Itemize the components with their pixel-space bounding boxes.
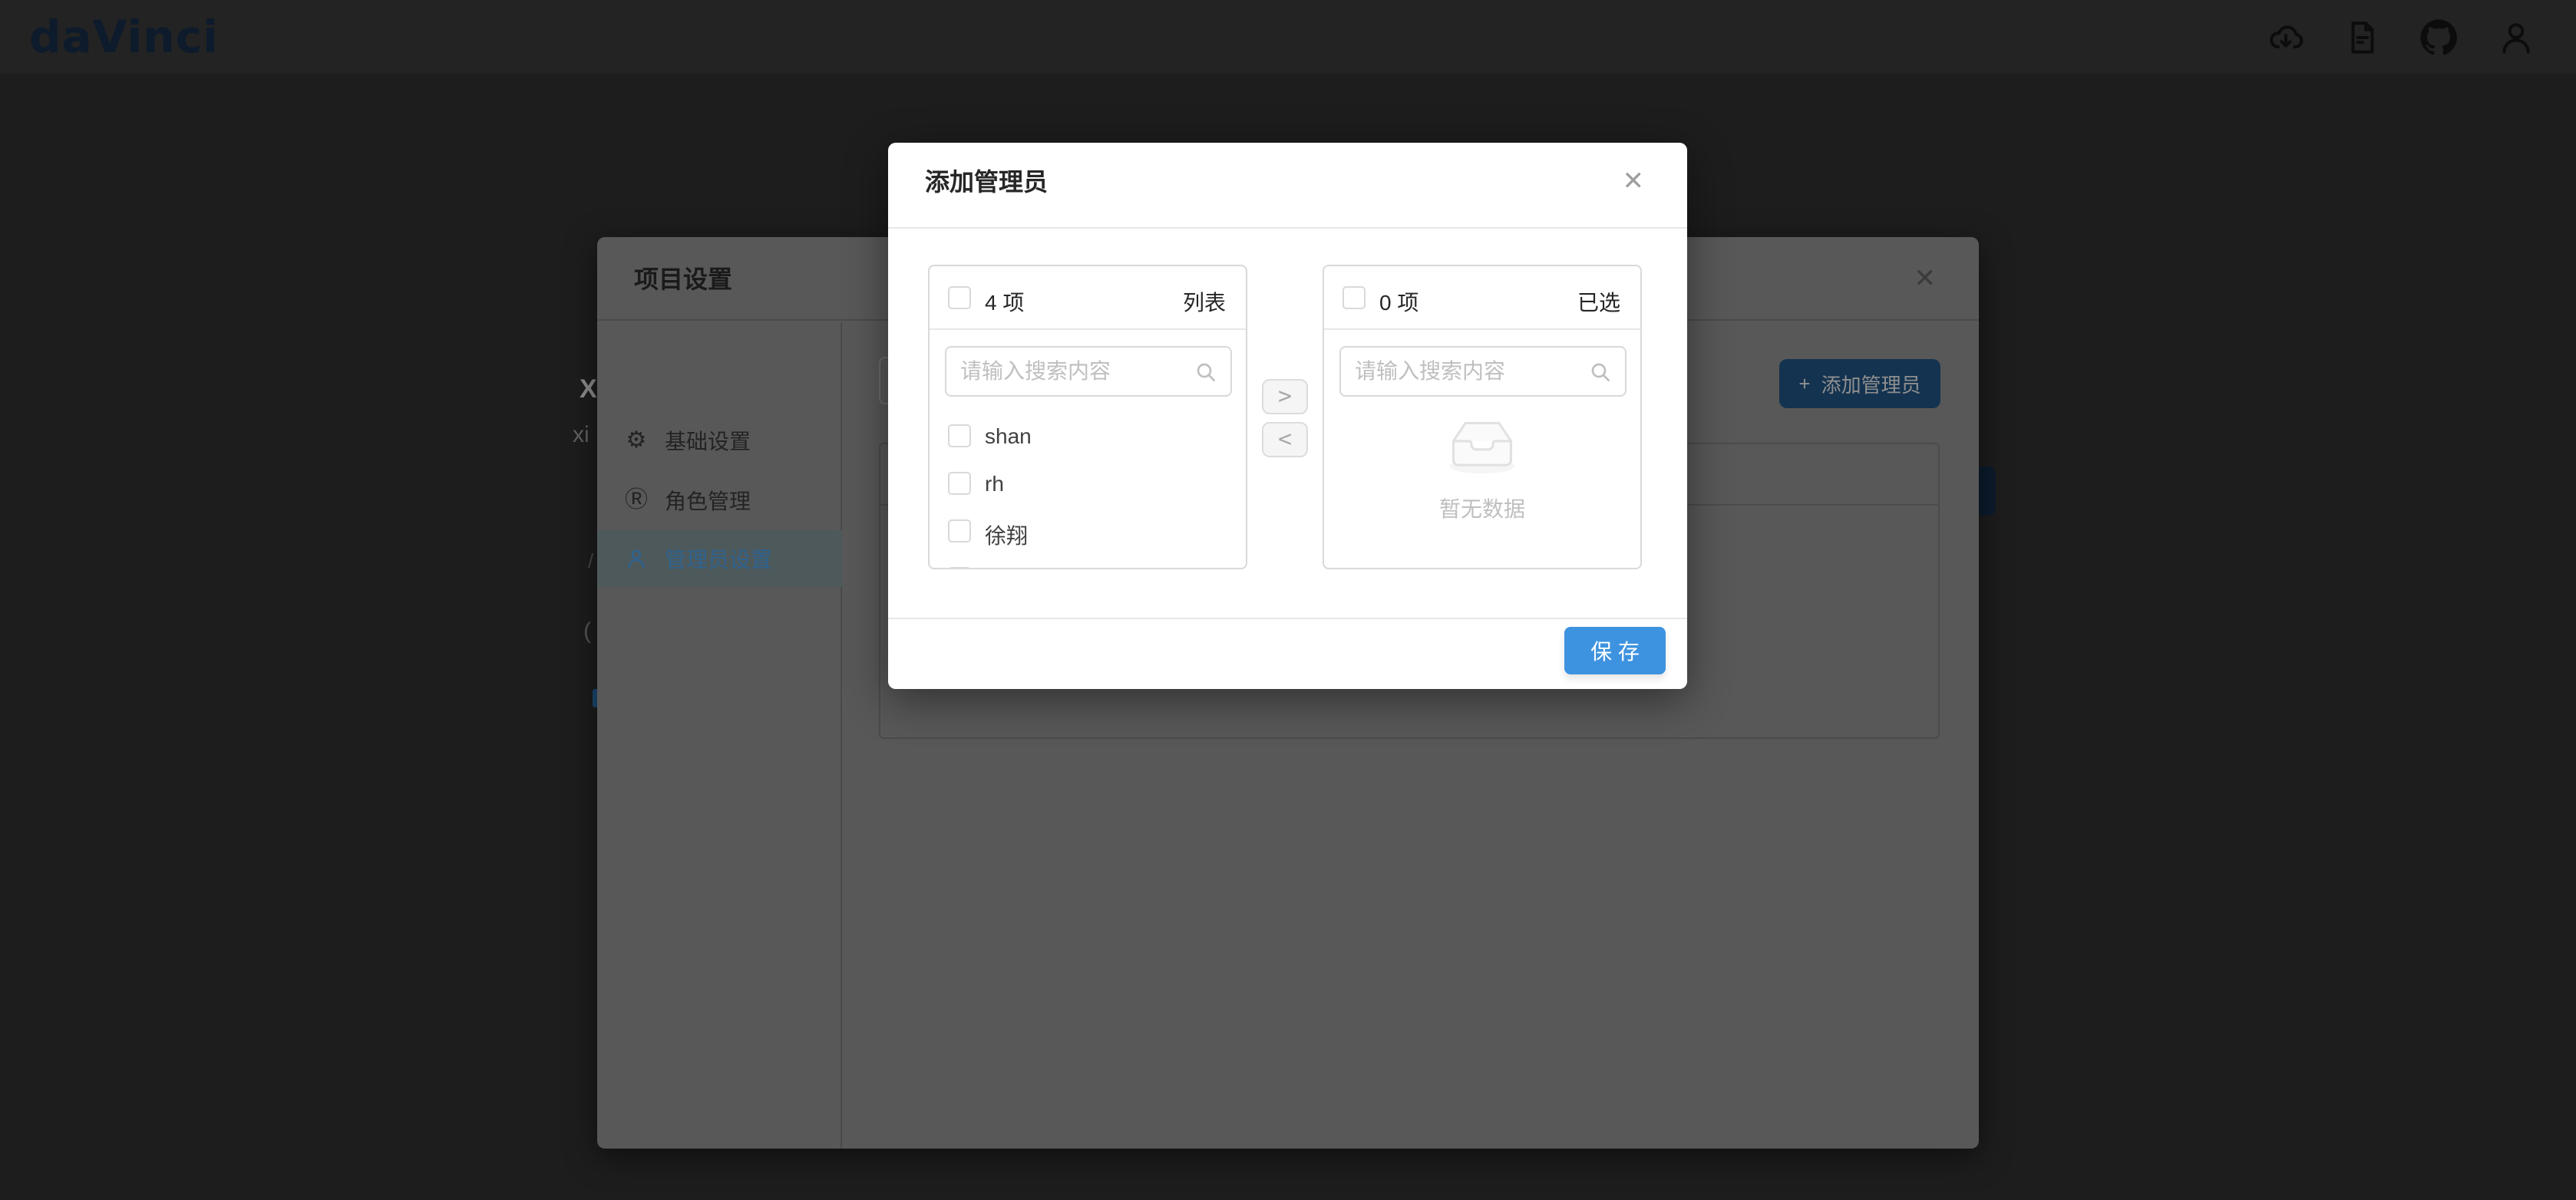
select-all-checkbox[interactable] (948, 286, 971, 309)
list-item[interactable]: 徐翔 (930, 509, 1246, 556)
cloud-download-icon[interactable] (2267, 18, 2305, 57)
source-count: 4 项 (985, 286, 1024, 317)
source-item-list: shan rh 徐翔 方堃 (930, 414, 1246, 569)
project-settings-title: 项目设置 (634, 260, 732, 295)
background-button-sliver (1979, 466, 1996, 516)
source-search-box (945, 346, 1232, 397)
select-all-checkbox[interactable] (1342, 286, 1366, 309)
target-count: 0 项 (1379, 286, 1418, 317)
item-checkbox[interactable] (948, 424, 971, 447)
close-icon[interactable]: ✕ (1623, 166, 1645, 196)
close-icon[interactable]: ✕ (1914, 263, 1937, 294)
item-label: 方堃 (985, 567, 1028, 569)
add-admin-button-label: 添加管理员 (1821, 370, 1921, 398)
chevron-right-icon: > (1278, 385, 1292, 408)
background-text-fragment: ( (583, 618, 591, 645)
item-checkbox[interactable] (948, 567, 971, 569)
background-text-fragment: / (588, 549, 593, 573)
chevron-left-icon: < (1278, 428, 1292, 451)
sidebar-item-admin-settings[interactable]: 管理员设置 (597, 530, 842, 587)
source-search-input[interactable] (960, 348, 1191, 395)
search-icon (1194, 360, 1218, 384)
source-title: 列表 (1183, 286, 1226, 317)
empty-inbox-icon (1444, 412, 1521, 475)
transfer-source-header: 4 项 列表 (930, 266, 1246, 330)
item-checkbox[interactable] (948, 519, 971, 542)
search-icon (1588, 360, 1613, 384)
sidebar-item-label: 管理员设置 (665, 543, 772, 574)
plus-icon: + (1798, 372, 1810, 396)
list-item[interactable]: shan (930, 414, 1246, 461)
save-button[interactable]: 保 存 (1564, 627, 1666, 674)
target-search-box (1339, 346, 1627, 397)
user-icon[interactable] (2497, 18, 2535, 57)
transfer-target-panel: 0 项 已选 暂无数据 (1323, 265, 1642, 569)
item-label: shan (985, 424, 1032, 449)
person-icon (623, 546, 649, 572)
empty-state-text: 暂无数据 (1324, 493, 1640, 523)
sidebar-item-label: 基础设置 (665, 425, 751, 456)
dialog-footer-divider (888, 618, 1687, 619)
registered-icon: Ⓡ (623, 487, 649, 513)
empty-state: 暂无数据 (1324, 412, 1640, 523)
item-checkbox[interactable] (948, 472, 971, 495)
move-left-button[interactable]: < (1262, 422, 1308, 457)
item-label: rh (985, 472, 1004, 496)
list-item[interactable]: rh (930, 461, 1246, 509)
item-label: 徐翔 (985, 519, 1028, 550)
add-admin-dialog: 添加管理员 ✕ 4 项 列表 shan rh (888, 143, 1687, 689)
move-right-button[interactable]: > (1262, 379, 1308, 414)
github-icon[interactable] (2418, 17, 2459, 58)
transfer-target-header: 0 项 已选 (1324, 266, 1640, 330)
davinci-logo: daVinci (29, 11, 219, 63)
sidebar-item-role-management[interactable]: Ⓡ 角色管理 (597, 472, 842, 529)
transfer-source-panel: 4 项 列表 shan rh 徐翔 (928, 265, 1247, 569)
list-item[interactable]: 方堃 (930, 556, 1246, 569)
target-title: 已选 (1577, 286, 1620, 317)
project-settings-sidebar: ⚙ 基础设置 Ⓡ 角色管理 管理员设置 (597, 322, 842, 1149)
sidebar-item-basic-settings[interactable]: ⚙ 基础设置 (597, 412, 842, 469)
sidebar-item-label: 角色管理 (665, 485, 751, 516)
dialog-header-divider (888, 227, 1687, 229)
gear-icon: ⚙ (623, 427, 649, 453)
document-icon[interactable] (2343, 18, 2382, 57)
add-admin-button[interactable]: + 添加管理员 (1779, 359, 1940, 408)
app-header: daVinci (0, 0, 2576, 74)
background-text-fragment: X (580, 374, 597, 404)
dialog-title: 添加管理员 (925, 163, 1048, 198)
background-text-fragment: xi (573, 422, 590, 448)
target-search-input[interactable] (1355, 348, 1585, 395)
